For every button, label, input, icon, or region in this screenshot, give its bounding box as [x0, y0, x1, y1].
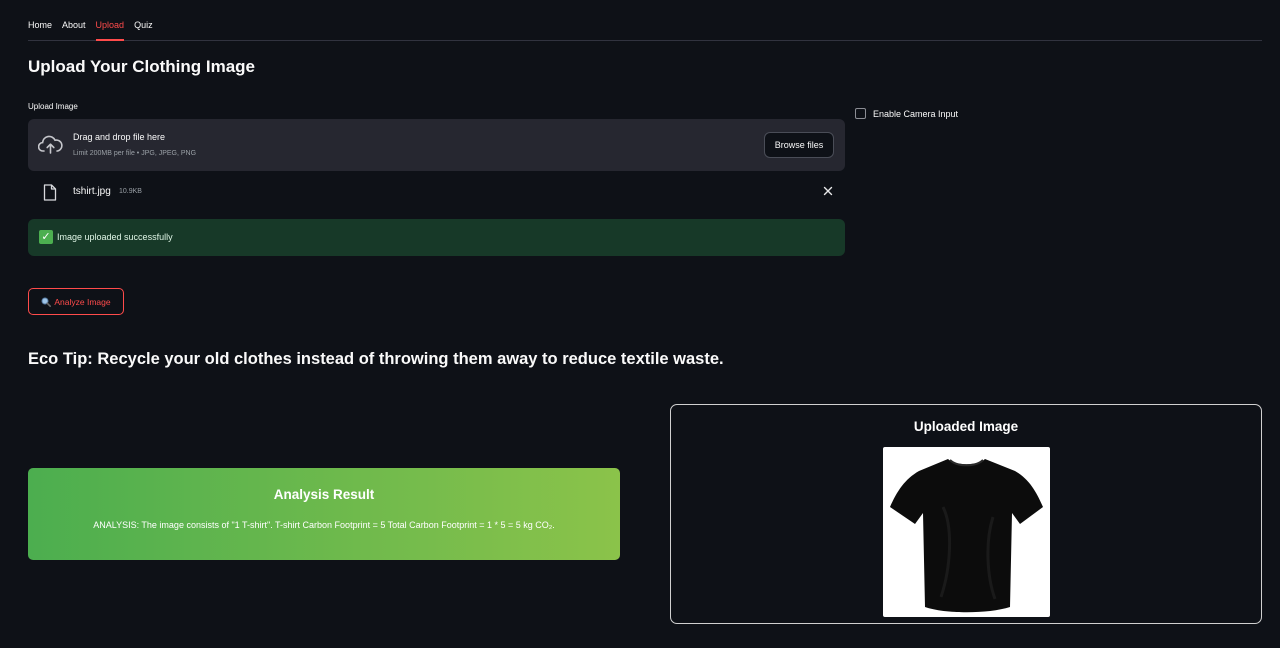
camera-toggle: Enable Camera Input	[855, 108, 958, 119]
file-dropzone[interactable]: Drag and drop file here Limit 200MB per …	[28, 119, 845, 171]
uploaded-file-row: tshirt.jpg 10.9KB	[28, 180, 845, 206]
dropzone-limit-text: Limit 200MB per file • JPG, JPEG, PNG	[73, 150, 197, 157]
tab-about[interactable]: About	[62, 14, 86, 41]
tab-quiz[interactable]: Quiz	[134, 14, 153, 41]
success-alert: ✓ Image uploaded successfully	[28, 219, 845, 256]
uploaded-image-card: Uploaded Image	[670, 404, 1262, 624]
file-size: 10.9KB	[119, 188, 142, 195]
result-text: ANALYSIS: The image consists of "1 T-shi…	[93, 520, 555, 530]
tab-home[interactable]: Home	[28, 14, 52, 41]
browse-files-button[interactable]: Browse files	[764, 132, 834, 158]
uploaded-image-title: Uploaded Image	[913, 419, 1019, 434]
close-icon[interactable]	[823, 186, 833, 196]
cloud-upload-icon	[38, 135, 63, 154]
upload-label: Upload Image	[28, 102, 78, 111]
page-title: Upload Your Clothing Image	[28, 57, 255, 76]
tshirt-image	[890, 459, 1043, 613]
file-name: tshirt.jpg	[73, 186, 111, 197]
success-message: Image uploaded successfully	[57, 232, 173, 242]
uploaded-image	[883, 447, 1050, 617]
check-icon: ✓	[39, 230, 53, 244]
tab-upload[interactable]: Upload	[95, 14, 125, 41]
camera-label: Enable Camera Input	[873, 108, 959, 119]
analysis-result-card: Analysis Result ANALYSIS: The image cons…	[28, 468, 620, 560]
result-title: Analysis Result	[273, 487, 375, 502]
analyze-button-label: Analyze Image	[54, 296, 111, 307]
tab-bar: Home About Upload Quiz	[28, 14, 1262, 41]
file-icon	[43, 184, 57, 201]
eco-tip: Eco Tip: Recycle your old clothes instea…	[28, 350, 724, 368]
camera-checkbox[interactable]	[855, 108, 866, 119]
analyze-image-button[interactable]: Analyze Image	[28, 288, 124, 315]
dropzone-title: Drag and drop file here	[73, 132, 166, 142]
magnifier-icon	[41, 297, 52, 307]
